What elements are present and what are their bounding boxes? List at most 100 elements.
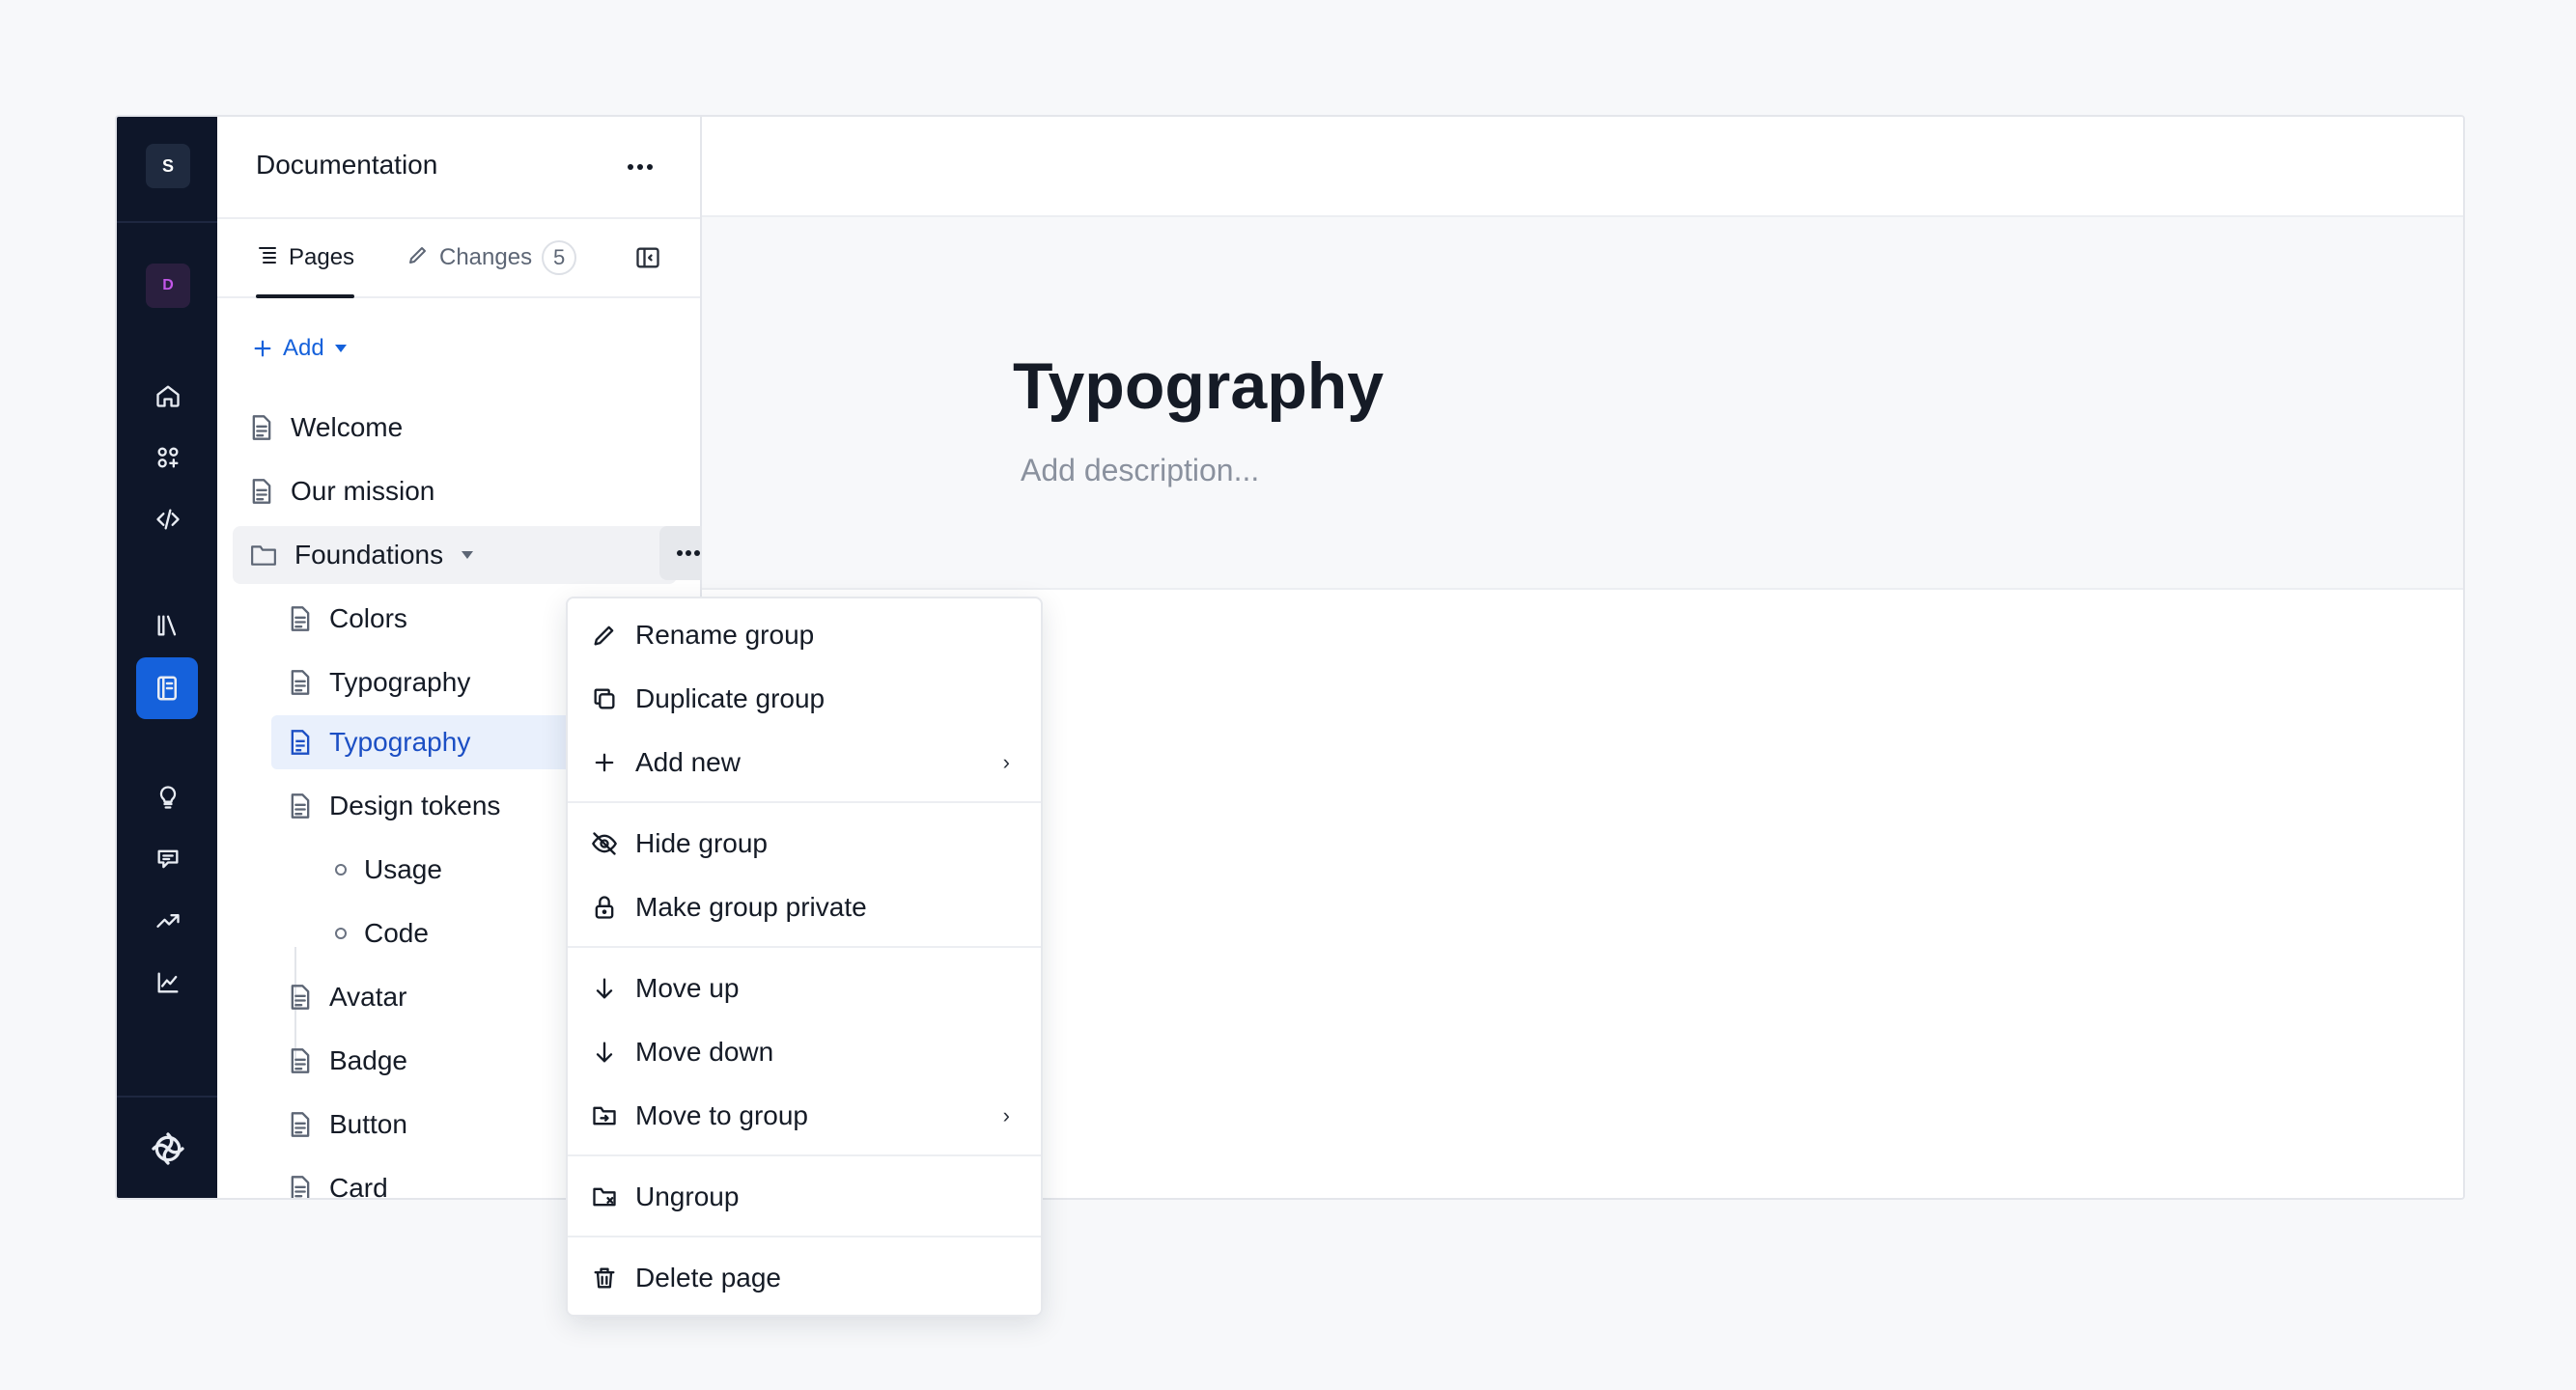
tree-item-label: Our mission <box>291 476 435 506</box>
tree-item-typography[interactable]: Typography <box>289 655 470 709</box>
lightbulb-icon[interactable] <box>146 775 190 820</box>
tree-item-label: Typography <box>329 667 471 697</box>
menu-item-duplicate-group[interactable]: Duplicate group <box>568 670 1041 728</box>
code-icon[interactable] <box>146 497 190 542</box>
bullet-icon <box>335 928 347 939</box>
tree-item-label: Card <box>329 1173 388 1200</box>
tree-item-welcome[interactable]: Welcome <box>250 401 403 455</box>
collapse-sidebar-icon[interactable] <box>632 242 663 273</box>
lock-icon <box>591 894 618 921</box>
more-icon[interactable] <box>623 150 658 184</box>
tree-item-design-tokens[interactable]: Design tokens <box>289 779 500 833</box>
changes-count-badge: 5 <box>542 240 577 275</box>
tree-item-label: Welcome <box>291 412 404 442</box>
menu-item-move-down[interactable]: Move down <box>568 1023 1041 1081</box>
page-title[interactable]: Typography <box>1013 348 1384 424</box>
menu-item-label: Move to group <box>635 1100 808 1130</box>
tree-item-label: Foundations <box>294 540 444 570</box>
brand-logo-icon[interactable] <box>146 1126 190 1171</box>
tab-pages[interactable]: Pages <box>256 219 355 298</box>
caret-down-icon[interactable] <box>461 550 474 560</box>
page-icon <box>252 415 271 440</box>
tree-item-avatar[interactable]: Avatar <box>289 970 406 1024</box>
arrow-down-icon <box>591 975 618 1002</box>
trending-icon[interactable] <box>146 899 190 943</box>
editor-topbar <box>702 117 2463 217</box>
page-icon <box>291 670 310 695</box>
page-icon <box>252 479 271 504</box>
menu-item-hide-group[interactable]: Hide group <box>568 815 1041 873</box>
page-icon <box>291 730 310 755</box>
menu-item-make-group-private[interactable]: Make group private <box>568 878 1041 936</box>
tree-item-badge[interactable]: Badge <box>289 1034 407 1088</box>
menu-item-add-new[interactable]: Add new › <box>568 734 1041 792</box>
arrow-down-icon <box>591 1039 618 1066</box>
description-input[interactable]: Add description... <box>1021 453 1259 488</box>
caret-down-icon <box>334 345 347 352</box>
feedback-icon[interactable] <box>146 837 190 881</box>
tree-item-colors[interactable]: Colors <box>289 592 407 646</box>
tree-item-label: Badge <box>329 1045 407 1075</box>
tree-item-label: Colors <box>329 603 407 633</box>
icon-rail: S D <box>117 117 217 1198</box>
bullet-icon <box>335 864 347 876</box>
tree-item-label: Avatar <box>329 982 407 1012</box>
more-icon <box>677 550 700 556</box>
tree-item-typography-selected[interactable]: Typography <box>289 715 470 769</box>
tree-item-our-mission[interactable]: Our mission <box>250 464 434 518</box>
menu-item-label: Move up <box>635 973 740 1003</box>
workspace-avatar[interactable]: S <box>146 144 190 188</box>
menu-item-label: Duplicate group <box>635 683 826 713</box>
chevron-right-icon: › <box>1002 1103 1010 1127</box>
tree-item-label: Usage <box>364 854 442 884</box>
documentation-icon[interactable] <box>136 657 198 719</box>
sidebar-title: Documentation <box>256 150 438 180</box>
menu-item-rename-group[interactable]: Rename group <box>568 606 1041 664</box>
folder-move-icon <box>591 1102 618 1129</box>
rail-divider <box>117 1096 217 1098</box>
page-icon <box>291 606 310 631</box>
plus-icon <box>591 749 618 776</box>
menu-divider <box>568 801 1041 803</box>
group-context-menu: Rename group Duplicate group Add new › H… <box>566 597 1043 1317</box>
project-avatar[interactable]: D <box>146 264 190 308</box>
menu-divider <box>568 1154 1041 1156</box>
tab-label: Changes <box>439 244 533 270</box>
tree-item-label: Design tokens <box>329 791 501 820</box>
analytics-icon[interactable] <box>146 960 190 1005</box>
tree-item-usage[interactable]: Usage <box>329 843 442 897</box>
sidebar-tabs: Pages Changes 5 <box>217 217 700 298</box>
duplicate-icon <box>591 685 618 712</box>
tab-changes[interactable]: Changes 5 <box>406 219 577 296</box>
tree-group-foundations[interactable]: Foundations <box>250 528 474 582</box>
home-icon[interactable] <box>146 374 190 418</box>
tree-item-label: Typography <box>329 727 471 757</box>
components-icon[interactable] <box>146 435 190 480</box>
rail-divider <box>117 221 217 223</box>
menu-item-label: Make group private <box>635 892 867 922</box>
tree-item-card[interactable]: Card <box>289 1161 388 1200</box>
trash-icon <box>591 1265 618 1292</box>
menu-item-ungroup[interactable]: Ungroup <box>568 1168 1041 1226</box>
menu-item-label: Hide group <box>635 828 768 858</box>
menu-item-move-to-group[interactable]: Move to group › <box>568 1087 1041 1145</box>
tab-label: Pages <box>289 244 355 270</box>
tree-item-code[interactable]: Code <box>329 906 429 960</box>
pencil-icon <box>406 243 430 273</box>
menu-item-label: Delete page <box>635 1263 782 1293</box>
menu-divider <box>568 1236 1041 1237</box>
add-button[interactable]: Add <box>252 335 348 362</box>
page-icon <box>291 1112 310 1137</box>
app-window: S D Documentation Pages Changes 5 Add We… <box>115 115 2465 1200</box>
page-icon <box>291 1048 310 1073</box>
library-icon[interactable] <box>146 603 190 648</box>
tree-item-button[interactable]: Button <box>289 1098 407 1152</box>
pencil-icon <box>591 622 618 649</box>
page-icon <box>291 985 310 1010</box>
tree-item-label: Button <box>329 1109 407 1139</box>
menu-item-delete-page[interactable]: Delete page <box>568 1249 1041 1307</box>
page-icon <box>291 793 310 819</box>
menu-item-label: Rename group <box>635 620 815 650</box>
tree-item-label: Code <box>364 918 429 948</box>
menu-item-move-up[interactable]: Move up <box>568 959 1041 1017</box>
